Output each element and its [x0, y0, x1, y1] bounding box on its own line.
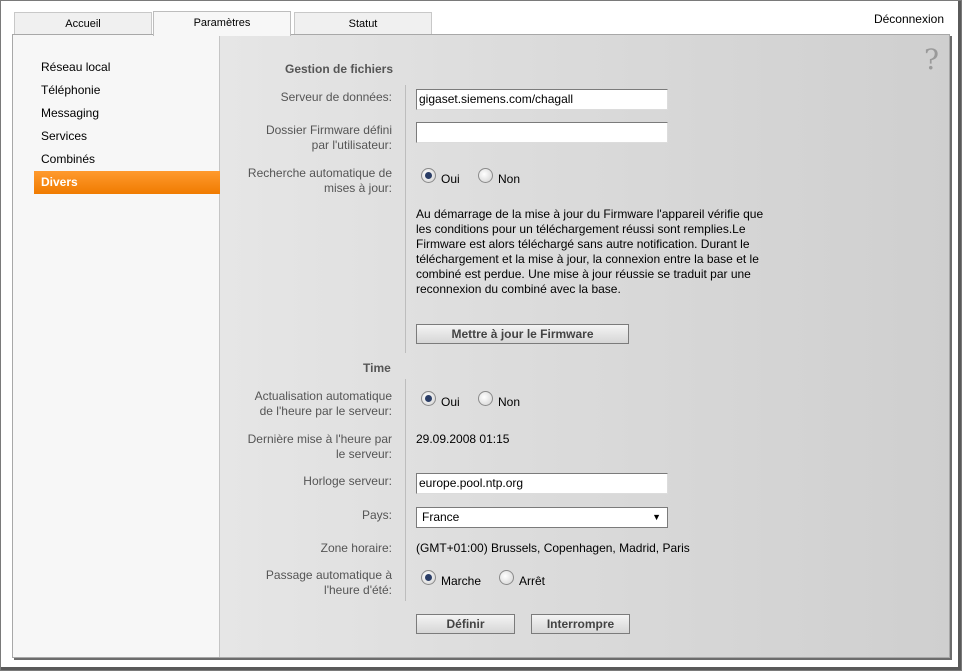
auto-time-no-label: Non: [498, 395, 521, 409]
data-server-label: Serveur de données:: [280, 90, 392, 104]
section-title-time: Time: [363, 361, 391, 375]
dst-off-radio[interactable]: [499, 570, 514, 585]
logout-link[interactable]: Déconnexion: [874, 12, 944, 26]
auto-time-yes-radio[interactable]: [421, 391, 436, 406]
dst-label: Passage automatique à l'heure d'été:: [265, 568, 392, 597]
time-server-label: Horloge serveur:: [303, 474, 392, 488]
cancel-button[interactable]: Interrompre: [531, 614, 630, 634]
firmware-folder-label: Dossier Firmware défini par l'utilisateu…: [265, 123, 392, 152]
last-update-label: Dernière mise à l'heure par le serveur:: [247, 432, 392, 461]
auto-update-label: Recherche automatique de mises à jour:: [247, 166, 392, 195]
auto-time-yes-label: Oui: [441, 395, 460, 409]
timezone-value: (GMT+01:00) Brussels, Copenhagen, Madrid…: [416, 541, 690, 555]
tab-accueil[interactable]: Accueil: [14, 12, 152, 34]
last-update-value: 29.09.2008 01:15: [416, 432, 510, 446]
country-select[interactable]: France ▼: [416, 507, 668, 528]
sidebar: Réseau local Téléphonie Messaging Servic…: [13, 35, 228, 657]
sidebar-item-services[interactable]: Services: [34, 125, 228, 148]
main-panel: Réseau local Téléphonie Messaging Servic…: [12, 34, 950, 658]
auto-update-no-label: Non: [498, 172, 521, 186]
auto-time-no-radio[interactable]: [478, 391, 493, 406]
auto-update-yes-radio[interactable]: [421, 168, 436, 183]
sidebar-item-messaging[interactable]: Messaging: [34, 102, 228, 125]
sidebar-item-reseau-local[interactable]: Réseau local: [34, 56, 228, 79]
help-icon[interactable]: ?: [924, 43, 939, 76]
firmware-folder-input[interactable]: [416, 122, 668, 143]
divider: [405, 85, 406, 353]
update-firmware-button[interactable]: Mettre à jour le Firmware: [416, 324, 629, 344]
sidebar-item-combines[interactable]: Combinés: [34, 148, 228, 171]
auto-update-no-radio[interactable]: [478, 168, 493, 183]
chevron-down-icon: ▼: [652, 512, 661, 522]
dst-on-radio[interactable]: [421, 570, 436, 585]
sidebar-item-telephonie[interactable]: Téléphonie: [34, 79, 228, 102]
tab-statut[interactable]: Statut: [294, 12, 432, 34]
tab-parametres[interactable]: Paramètres: [153, 11, 291, 36]
country-label: Pays:: [361, 508, 392, 522]
dst-on-label: Marche: [441, 574, 482, 588]
divider: [405, 379, 406, 601]
firmware-info-text: Au démarrage de la mise à jour du Firmwa…: [416, 207, 764, 296]
sidebar-item-divers[interactable]: Divers: [34, 171, 228, 194]
auto-update-yes-label: Oui: [441, 172, 460, 186]
time-server-input[interactable]: europe.pool.ntp.org: [416, 473, 668, 494]
data-server-input[interactable]: gigaset.siemens.com/chagall: [416, 89, 668, 110]
section-title-file-management: Gestion de fichiers: [285, 62, 394, 76]
auto-time-label: Actualisation automatique de l'heure par…: [254, 389, 392, 418]
timezone-label: Zone horaire:: [320, 541, 392, 555]
dst-off-label: Arrêt: [519, 574, 546, 588]
define-button[interactable]: Définir: [416, 614, 515, 634]
